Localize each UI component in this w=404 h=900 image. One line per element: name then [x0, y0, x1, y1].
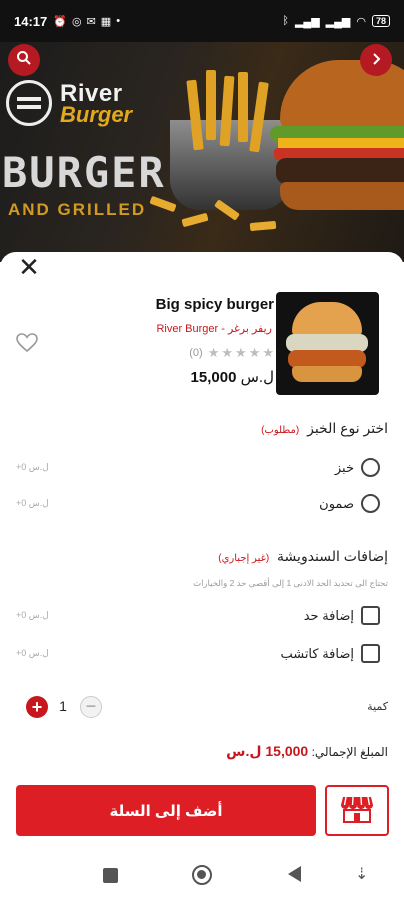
wifi-icon: ◠	[356, 15, 366, 28]
heart-icon	[16, 332, 38, 359]
rating-count: (0)	[189, 347, 203, 359]
radio-button[interactable]	[361, 494, 380, 513]
burger-image	[270, 60, 404, 220]
total-value: 15,000 ل.س	[226, 743, 309, 759]
favorite-button[interactable]	[16, 332, 38, 360]
option-price: +0 ل.س	[16, 462, 49, 472]
option-price: +0 ل.س	[16, 610, 49, 620]
quantity-increase-button[interactable]: +	[26, 696, 48, 718]
store-icon	[340, 793, 374, 828]
home-button[interactable]	[192, 865, 212, 885]
store-button[interactable]	[325, 785, 389, 836]
bread-option[interactable]: +0 ل.س صمون	[0, 490, 404, 520]
total-amount: المبلغ الإجمالي: 15,000 ل.س	[226, 743, 388, 760]
option-price: +0 ل.س	[16, 648, 49, 658]
option-label: خبز	[334, 460, 354, 475]
addons-section-title: إضافات السندويشة (غير إجباري)	[218, 548, 388, 564]
star-icon: ★	[235, 345, 247, 360]
quantity-value: 1	[59, 698, 67, 714]
search-button[interactable]	[8, 44, 40, 76]
option-label: إضافة كاتشب	[280, 646, 354, 661]
minus-icon: −	[85, 696, 97, 716]
dot-icon: •	[116, 15, 121, 27]
signal-icon: ▂▄▆	[325, 15, 351, 28]
signal-icon: ▂▄▆	[294, 15, 320, 28]
hero-headline: BURGER	[2, 148, 166, 197]
bread-option[interactable]: +0 ل.س خبز	[0, 454, 404, 484]
whatsapp-icon: ◎	[71, 15, 82, 28]
price-value: 15,000	[190, 369, 237, 386]
addon-option[interactable]: +0 ل.س إضافة كاتشب	[0, 640, 404, 670]
battery-icon: 78	[371, 15, 390, 27]
quantity-decrease-button[interactable]: −	[80, 696, 102, 718]
star-icon: ★	[262, 345, 274, 360]
close-button[interactable]: ✕	[16, 254, 42, 282]
fries-image	[180, 70, 280, 180]
product-vendor: River Burger - ريفر برغر	[156, 323, 272, 335]
addon-option[interactable]: +0 ل.س إضافة حد	[0, 602, 404, 632]
product-sheet: ✕ Big spicy burger River Burger - ريفر ب…	[0, 252, 404, 852]
add-to-cart-label: أضف إلى السلة	[109, 802, 223, 820]
product-price: ل.س 15,000	[191, 368, 274, 386]
system-nav-bar: ⇣	[0, 852, 404, 900]
close-icon: ✕	[18, 252, 40, 282]
grid-icon: ▦	[100, 15, 112, 28]
next-button[interactable]	[360, 44, 392, 76]
hero-subline: AND GRILLED	[8, 200, 147, 219]
total-label: المبلغ الإجمالي:	[311, 745, 388, 759]
checkbox[interactable]	[361, 644, 380, 663]
addons-hint: تحتاج الى تحديد الحد الادنى 1 إلى أقصى ح…	[193, 578, 388, 588]
option-price: +0 ل.س	[16, 498, 49, 508]
radio-button[interactable]	[361, 458, 380, 477]
product-image	[276, 292, 379, 395]
bread-section-title: اختر نوع الخبز (مطلوب)	[261, 420, 388, 436]
price-currency: ل.س	[240, 369, 274, 386]
chevron-down-icon: ⇣	[355, 866, 369, 883]
rating: (0) ★ ★ ★ ★ ★	[189, 345, 274, 361]
option-label: إضافة حد	[303, 608, 354, 623]
optional-tag: (غير إجباري)	[218, 553, 270, 564]
option-label: صمون	[319, 496, 354, 511]
bluetooth-icon: ᛒ	[282, 15, 289, 27]
star-icon: ★	[248, 345, 261, 360]
search-icon	[16, 50, 32, 71]
back-button[interactable]	[288, 866, 301, 882]
plus-icon: +	[31, 697, 43, 717]
required-tag: (مطلوب)	[261, 425, 300, 436]
message-icon: ✉	[86, 15, 96, 28]
burger-logo-icon	[6, 80, 52, 126]
checkbox[interactable]	[361, 606, 380, 625]
star-icon: ★	[221, 345, 234, 360]
chevron-right-icon	[369, 50, 383, 71]
star-icon: ★	[207, 345, 220, 360]
alarm-icon: ⏰	[53, 15, 67, 28]
recents-button[interactable]	[103, 868, 118, 883]
quantity-label: كمية	[367, 701, 388, 713]
add-to-cart-button[interactable]: أضف إلى السلة	[16, 785, 316, 836]
status-time: 14:17	[14, 13, 48, 29]
nav-extra-button[interactable]: ⇣	[355, 864, 368, 884]
status-bar: 14:17 ⏰ ◎ ✉ ▦ • ᛒ ▂▄▆ ▂▄▆ ◠ 78	[0, 0, 404, 42]
product-title: Big spicy burger	[155, 296, 274, 313]
